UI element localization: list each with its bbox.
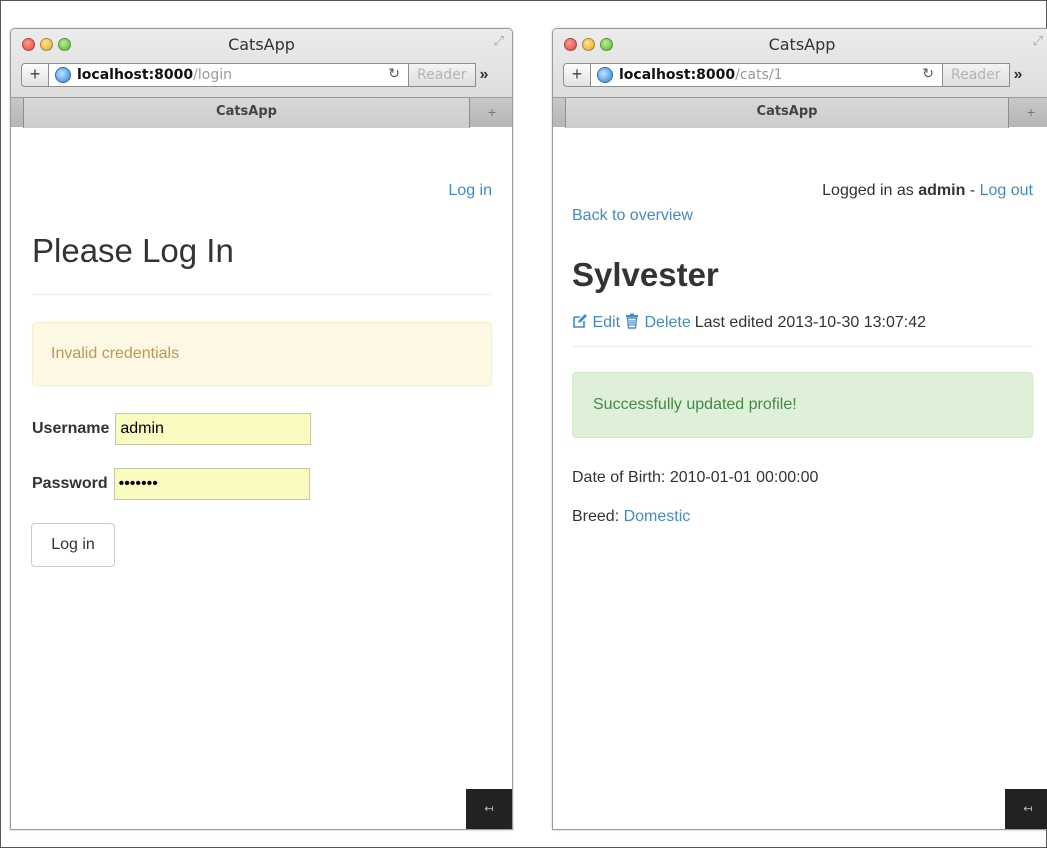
nav-login-link[interactable]: Log in (448, 182, 492, 200)
url-host: localhost:8000 (77, 67, 194, 83)
add-bookmark-button[interactable]: + (21, 63, 49, 87)
password-label: Password (32, 475, 108, 492)
last-edited-text: Last edited 2013-10-30 13:07:42 (694, 313, 927, 331)
username-row: Username (32, 413, 312, 445)
logout-link[interactable]: Log out (980, 182, 1033, 199)
page-title: Please Log In (32, 232, 234, 269)
url-host: localhost:8000 (619, 67, 736, 83)
edit-icon (573, 314, 587, 328)
browser-window-cat-profile: CatsApp ⤢ + localhost:8000/cats/1 ↻ Read… (552, 28, 1047, 830)
trash-icon (626, 313, 639, 329)
debug-toggle-icon[interactable]: ↤ (466, 789, 512, 829)
cat-name-title: Sylvester (572, 256, 719, 293)
reload-icon[interactable]: ↻ (922, 66, 934, 82)
add-bookmark-button[interactable]: + (563, 63, 591, 87)
url-path: /cats/1 (735, 67, 783, 83)
breed-label: Breed: (572, 508, 620, 525)
browser-toolbar: + localhost:8000/cats/1 ↻ Reader » (563, 62, 1047, 88)
tab-bar: CatsApp + (11, 97, 512, 128)
new-tab-icon[interactable]: + (1011, 98, 1047, 128)
password-input[interactable] (113, 468, 310, 500)
tab-catsapp[interactable]: CatsApp (565, 98, 1009, 128)
address-bar[interactable]: localhost:8000/login ↻ (49, 63, 409, 87)
page-content: Log in Please Log In Invalid credentials… (11, 128, 512, 829)
user-status: Logged in as admin - Log out (822, 182, 1033, 200)
success-alert: Successfully updated profile! (572, 372, 1033, 438)
chevron-right-icon[interactable]: » (1014, 66, 1023, 84)
edit-label: Edit (592, 314, 621, 331)
login-submit-button[interactable]: Log in (31, 523, 115, 567)
url-path: /login (193, 67, 232, 83)
date-of-birth: Date of Birth: 2010-01-01 00:00:00 (572, 469, 818, 487)
status-separator: - (969, 182, 976, 199)
tab-catsapp[interactable]: CatsApp (23, 98, 470, 128)
logged-in-user: admin (918, 182, 966, 199)
password-row: Password (32, 468, 310, 500)
window-titlebar: CatsApp ⤢ + localhost:8000/login ↻ Reade… (11, 29, 512, 128)
breed: Breed: Domestic (572, 508, 690, 526)
divider (572, 346, 1033, 347)
address-bar[interactable]: localhost:8000/cats/1 ↻ (591, 63, 943, 87)
fullscreen-icon[interactable]: ⤢ (1033, 33, 1043, 49)
fullscreen-icon[interactable]: ⤢ (494, 33, 504, 49)
reader-button[interactable]: Reader (409, 63, 476, 87)
window-title: CatsApp (228, 35, 295, 54)
globe-icon (55, 67, 71, 83)
new-tab-icon[interactable]: + (472, 98, 512, 128)
logged-in-prefix: Logged in as (822, 182, 914, 199)
reload-icon[interactable]: ↻ (388, 66, 400, 82)
window-title: CatsApp (768, 35, 836, 54)
dob-label: Date of Birth: (572, 469, 666, 486)
delete-link[interactable]: Delete (624, 313, 691, 332)
error-alert: Invalid credentials (32, 322, 492, 386)
divider (32, 294, 492, 295)
cat-actions: Edit Delete Last edited 2013-10-30 13:07… (572, 313, 926, 332)
dob-value: 2010-01-01 00:00:00 (669, 469, 819, 486)
globe-icon (597, 67, 613, 83)
tab-bar: CatsApp + (553, 97, 1047, 128)
breed-link[interactable]: Domestic (624, 508, 691, 525)
debug-toggle-icon[interactable]: ↤ (1005, 789, 1047, 829)
username-input[interactable] (115, 413, 312, 445)
chevron-right-icon[interactable]: » (480, 66, 489, 84)
window-titlebar: CatsApp ⤢ + localhost:8000/cats/1 ↻ Read… (553, 29, 1047, 128)
back-to-overview-link[interactable]: Back to overview (572, 207, 693, 225)
reader-button[interactable]: Reader (943, 63, 1010, 87)
browser-window-login: CatsApp ⤢ + localhost:8000/login ↻ Reade… (10, 28, 513, 830)
edit-link[interactable]: Edit (572, 313, 620, 332)
page-content: Logged in as admin - Log out Back to ove… (553, 128, 1047, 829)
username-label: Username (32, 420, 110, 437)
delete-label: Delete (644, 314, 691, 331)
browser-toolbar: + localhost:8000/login ↻ Reader » (21, 62, 512, 88)
